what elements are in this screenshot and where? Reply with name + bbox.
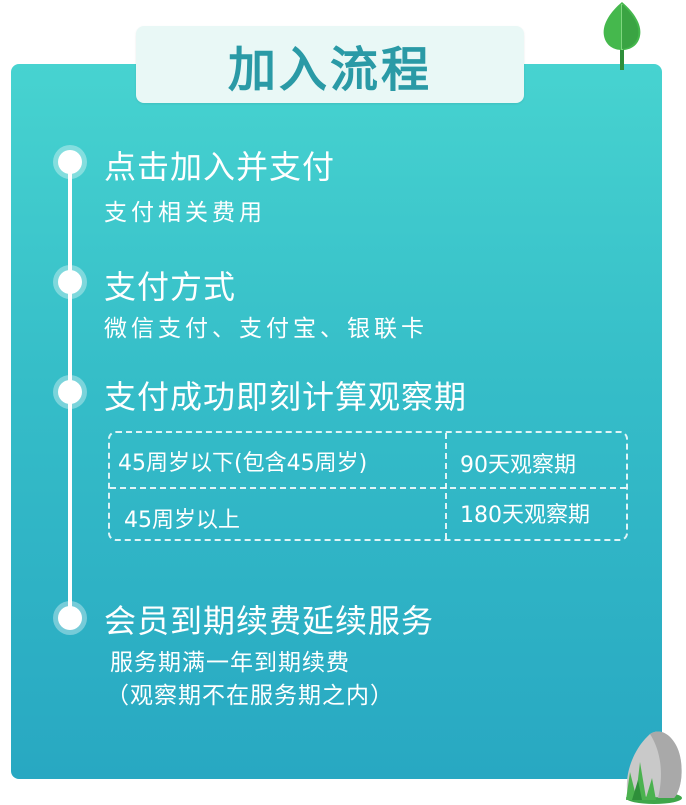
step-subtitle: （观察期不在服务期之内） — [106, 683, 394, 709]
step-title: 会员到期续费延续服务 — [104, 602, 435, 640]
leaf-icon — [603, 2, 641, 70]
table-row-divider — [110, 487, 626, 489]
step-subtitle: 服务期满一年到期续费 — [110, 650, 350, 676]
step-title: 支付方式 — [104, 268, 237, 306]
page-title: 加入流程 — [227, 41, 432, 98]
table-cell-age: 45周岁以下(包含45周岁) — [118, 451, 368, 476]
timeline-dot — [58, 606, 82, 630]
table-cell-period: 180天观察期 — [460, 503, 590, 528]
step-title: 支付成功即刻计算观察期 — [104, 378, 468, 416]
step-subtitle: 微信支付、支付宝、银联卡 — [104, 316, 428, 342]
title-tab: 加入流程 — [136, 26, 524, 103]
timeline-dot — [58, 150, 82, 174]
step-subtitle: 支付相关费用 — [104, 200, 266, 226]
table-cell-period: 90天观察期 — [460, 453, 576, 478]
timeline-dot — [58, 270, 82, 294]
observation-period-table: 45周岁以下(包含45周岁) 90天观察期 45周岁以上 180天观察期 — [108, 431, 628, 541]
table-cell-age: 45周岁以上 — [124, 508, 240, 533]
timeline-dot — [58, 380, 82, 404]
rock-icon — [626, 731, 682, 804]
step-title: 点击加入并支付 — [104, 148, 336, 186]
table-column-divider — [445, 433, 447, 539]
